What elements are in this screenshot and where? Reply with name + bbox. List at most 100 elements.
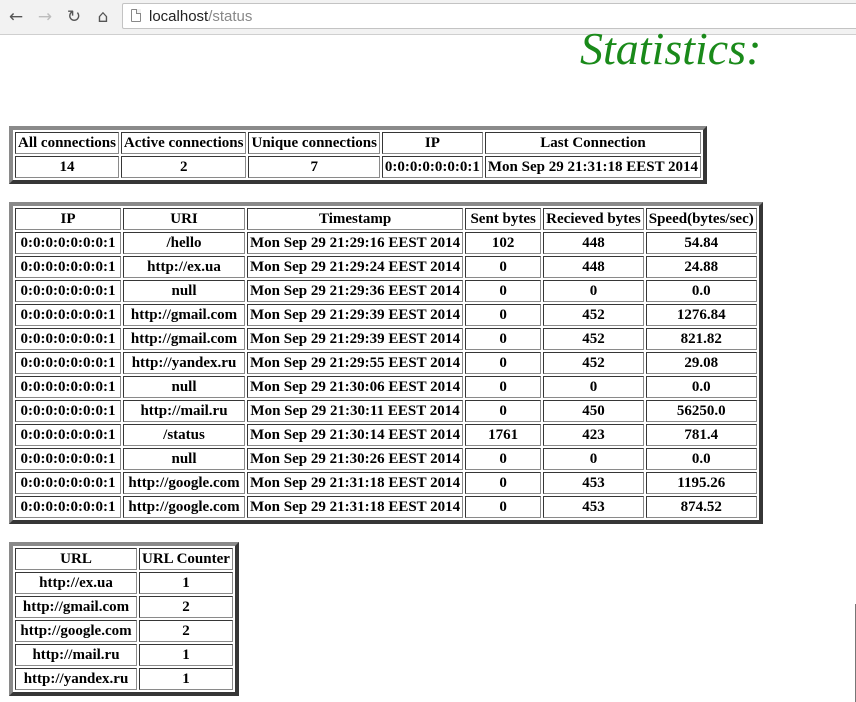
speed-cell: 781.4 <box>645 424 757 446</box>
header-ip: IP <box>381 132 483 154</box>
sent-bytes-cell: 0 <box>465 472 542 494</box>
ip-cell: 0:0:0:0:0:0:0:1 <box>15 376 121 398</box>
table-row: 0:0:0:0:0:0:0:1 null Mon Sep 29 21:30:26 E… <box>15 448 757 470</box>
url-cell: http://gmail.com <box>15 596 137 618</box>
all-connections-value: 14 <box>15 156 119 178</box>
sent-bytes-cell: 0 <box>465 304 542 326</box>
unique-connections-value: 7 <box>248 156 380 178</box>
uri-cell: null <box>123 280 245 302</box>
received-bytes-cell: 0 <box>543 376 644 398</box>
received-bytes-cell: 450 <box>543 400 644 422</box>
url-path: /status <box>208 8 253 25</box>
last-connection-value: Mon Sep 29 21:31:18 EEST 2014 <box>484 156 702 178</box>
speed-cell: 0.0 <box>645 448 757 470</box>
ip-cell: 0:0:0:0:0:0:0:1 <box>15 448 121 470</box>
sent-bytes-cell: 1761 <box>465 424 542 446</box>
header-ip: IP <box>15 208 121 230</box>
url-host: localhost <box>149 8 209 25</box>
uri-cell: http://gmail.com <box>123 328 245 350</box>
uri-cell: /status <box>123 424 245 446</box>
url-count-cell: 2 <box>139 596 233 618</box>
speed-cell: 54.84 <box>645 232 757 254</box>
ip-cell: 0:0:0:0:0:0:0:1 <box>15 304 121 326</box>
timestamp-cell: Mon Sep 29 21:30:11 EEST 2014 <box>247 400 464 422</box>
received-bytes-cell: 448 <box>543 232 644 254</box>
received-bytes-cell: 453 <box>543 496 644 518</box>
table-row: 0:0:0:0:0:0:0:1 null Mon Sep 29 21:29:36 E… <box>15 280 757 302</box>
uri-cell: /hello <box>123 232 245 254</box>
header-url: URL <box>15 548 137 570</box>
uri-cell: null <box>123 448 245 470</box>
timestamp-cell: Mon Sep 29 21:29:24 EEST 2014 <box>247 256 464 278</box>
table-row: 0:0:0:0:0:0:0:1 null Mon Sep 29 21:30:06 E… <box>15 376 757 398</box>
header-sent-bytes: Sent bytes <box>465 208 542 230</box>
url-cell: http://ex.ua <box>15 572 137 594</box>
table-row: http://ex.ua 1 <box>15 572 233 594</box>
speed-cell: 1276.84 <box>645 304 757 326</box>
connections-table: IP URI Timestamp Sent bytes Recieved byt… <box>9 202 763 524</box>
url-counter-header-row: URL URL Counter <box>15 548 233 570</box>
table-row: 0:0:0:0:0:0:0:1/hello Mon Sep 29 21:29:16… <box>15 232 757 254</box>
uri-cell: http://google.com <box>123 472 245 494</box>
table-row: 0:0:0:0:0:0:0:1 http://gmail.com Mon Sep 2… <box>15 304 757 326</box>
connections-body: 0:0:0:0:0:0:0:1/hello Mon Sep 29 21:29:16… <box>15 232 757 518</box>
sent-bytes-cell: 0 <box>465 448 542 470</box>
speed-cell: 1195.26 <box>645 472 757 494</box>
ip-cell: 0:0:0:0:0:0:0:1 <box>15 280 121 302</box>
ip-cell: 0:0:0:0:0:0:0:1 <box>15 328 121 350</box>
table-row: http://mail.ru 1 <box>15 644 233 666</box>
url-count-cell: 2 <box>139 620 233 642</box>
speed-cell: 56250.0 <box>645 400 757 422</box>
timestamp-cell: Mon Sep 29 21:30:26 EEST 2014 <box>247 448 464 470</box>
received-bytes-cell: 0 <box>543 280 644 302</box>
reload-icon[interactable]: ↻ <box>63 6 85 28</box>
timestamp-cell: Mon Sep 29 21:29:36 EEST 2014 <box>247 280 464 302</box>
sent-bytes-cell: 0 <box>465 400 542 422</box>
home-icon[interactable]: ⌂ <box>92 6 114 28</box>
speed-cell: 874.52 <box>645 496 757 518</box>
forward-arrow-icon[interactable]: → <box>34 6 56 28</box>
header-unique-connections: Unique connections <box>248 132 380 154</box>
timestamp-cell: Mon Sep 29 21:31:18 EEST 2014 <box>247 472 464 494</box>
timestamp-cell: Mon Sep 29 21:29:39 EEST 2014 <box>247 328 464 350</box>
sent-bytes-cell: 0 <box>465 496 542 518</box>
connections-header-row: IP URI Timestamp Sent bytes Recieved byt… <box>15 208 757 230</box>
table-row: 0:0:0:0:0:0:0:1 http://mail.ru Mon Sep 29 … <box>15 400 757 422</box>
url-counter-body: http://ex.ua 1 http://gmail.com 2 http://goo… <box>15 572 233 690</box>
ip-cell: 0:0:0:0:0:0:0:1 <box>15 232 121 254</box>
ip-cell: 0:0:0:0:0:0:0:1 <box>15 352 121 374</box>
speed-cell: 29.08 <box>645 352 757 374</box>
header-uri: URI <box>123 208 245 230</box>
timestamp-cell: Mon Sep 29 21:29:16 EEST 2014 <box>247 232 464 254</box>
url-count-cell: 1 <box>139 572 233 594</box>
received-bytes-cell: 453 <box>543 472 644 494</box>
sent-bytes-cell: 0 <box>465 256 542 278</box>
url-cell: http://google.com <box>15 620 137 642</box>
speed-cell: 821.82 <box>645 328 757 350</box>
header-speed: Speed(bytes/sec) <box>645 208 757 230</box>
summary-table: All connections Active connections Uniqu… <box>9 126 708 184</box>
page-icon <box>131 9 141 22</box>
ip-cell: 0:0:0:0:0:0:0:1 <box>15 472 121 494</box>
back-arrow-icon[interactable]: ← <box>5 6 27 28</box>
timestamp-cell: Mon Sep 29 21:30:06 EEST 2014 <box>247 376 464 398</box>
header-last-connection: Last Connection <box>484 132 702 154</box>
table-row: 0:0:0:0:0:0:0:1 http://google.com Mon Sep … <box>15 496 757 518</box>
timestamp-cell: Mon Sep 29 21:31:18 EEST 2014 <box>247 496 464 518</box>
received-bytes-cell: 452 <box>543 352 644 374</box>
uri-cell: http://gmail.com <box>123 304 245 326</box>
table-row: http://google.com 2 <box>15 620 233 642</box>
uri-cell: null <box>123 376 245 398</box>
ip-value: 0:0:0:0:0:0:0:1 <box>381 156 483 178</box>
uri-cell: http://ex.ua <box>123 256 245 278</box>
uri-cell: http://yandex.ru <box>123 352 245 374</box>
ip-cell: 0:0:0:0:0:0:0:1 <box>15 256 121 278</box>
received-bytes-cell: 452 <box>543 304 644 326</box>
url-count-cell: 1 <box>139 668 233 690</box>
ip-cell: 0:0:0:0:0:0:0:1 <box>15 496 121 518</box>
table-row: http://yandex.ru 1 <box>15 668 233 690</box>
header-active-connections: Active connections <box>120 132 247 154</box>
ip-cell: 0:0:0:0:0:0:0:1 <box>15 424 121 446</box>
sent-bytes-cell: 0 <box>465 352 542 374</box>
url-count-cell: 1 <box>139 644 233 666</box>
